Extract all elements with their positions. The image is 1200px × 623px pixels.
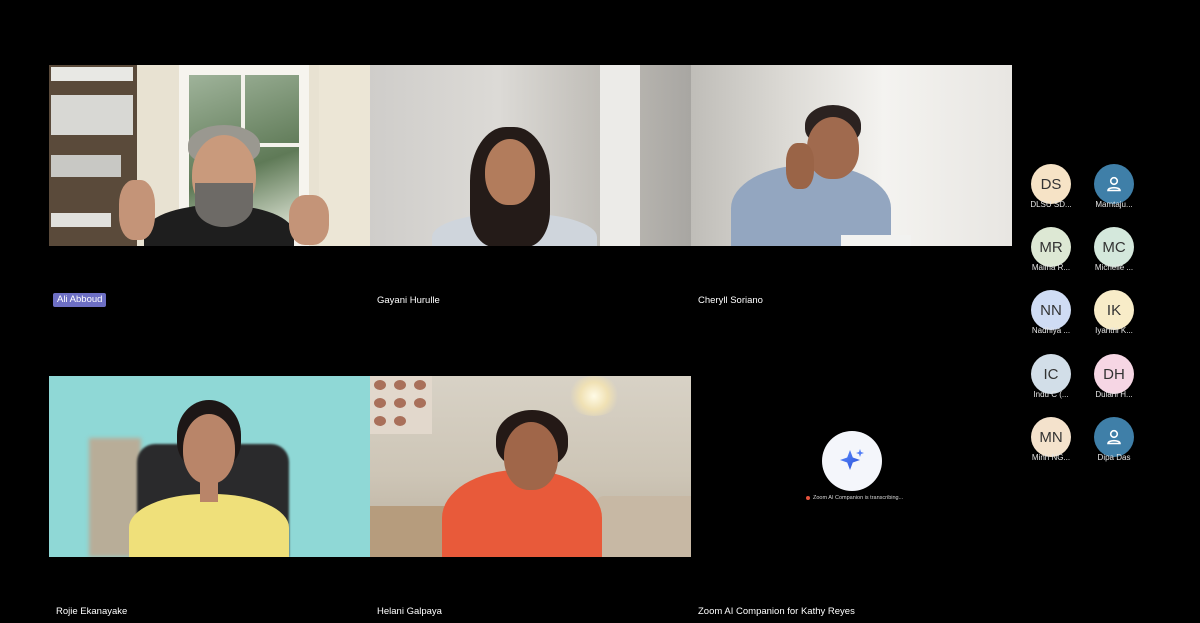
right-hand [289,195,329,245]
participant-name: Indu C (... [1033,390,1069,399]
person-icon [1107,429,1121,445]
participant-name: Michelle ... [1094,263,1134,272]
recording-dot [806,495,810,500]
person-head [807,117,859,179]
person-head [504,422,558,490]
tile-name-helani-galpaya: Helani Galpaya [377,606,442,617]
lamp-glow [566,376,622,416]
participant-name: Iyanthi K... [1095,326,1133,335]
person-beard [195,183,253,227]
video-tile-gayani-hurulle[interactable] [370,65,691,246]
participant-avatar[interactable]: DH [1094,354,1134,394]
participant-avatar[interactable]: IC [1031,354,1071,394]
ai-companion-avatar [822,431,882,491]
video-tile-cheryll-soriano[interactable] [691,65,1012,246]
participant-name: Maliha R... [1031,263,1071,272]
transcribing-status: Zoom AI Companion is transcribing... [806,495,903,501]
person-head [485,139,535,205]
tile-name-ai-companion: Zoom AI Companion for Kathy Reyes [698,606,855,617]
participant-name: Dulani H... [1095,390,1133,399]
participant-name: DLSU SD... [1030,200,1072,209]
participant-avatar[interactable]: MC [1094,227,1134,267]
participant-avatar[interactable]: IK [1094,290,1134,330]
participant-avatar[interactable]: MR [1031,227,1071,267]
participant-name: Mamtaju... [1095,200,1133,209]
sparkle-icon [840,449,864,470]
shelf-boxes [51,67,133,81]
participant-avatar[interactable]: NN [1031,290,1071,330]
tile-name-cheryll-soriano: Cheryll Soriano [698,295,763,306]
video-tile-rojie-ekanayake[interactable] [49,376,370,557]
participant-avatar[interactable]: DS [1031,164,1071,204]
participant-avatar[interactable]: MN [1031,417,1071,457]
person-icon [1107,176,1121,192]
person-body [129,494,289,557]
participant-name: Nadhiya ... [1031,326,1071,335]
tile-name-gayani-hurulle: Gayani Hurulle [377,295,440,306]
participant-avatar[interactable] [1094,164,1134,204]
video-tile-ali-abboud[interactable] [49,65,370,246]
tile-name-rojie-ekanayake: Rojie Ekanayake [56,606,128,617]
participant-avatar[interactable] [1094,417,1134,457]
person-head [183,414,235,484]
papers [841,235,911,246]
participant-name: Dipa Das [1097,453,1131,462]
raised-hand [786,143,814,189]
video-tile-helani-galpaya[interactable] [370,376,691,557]
tile-name-ali-abboud: Ali Abboud [53,293,107,307]
participant-name: Minh NG... [1031,453,1071,462]
left-hand [119,180,155,240]
